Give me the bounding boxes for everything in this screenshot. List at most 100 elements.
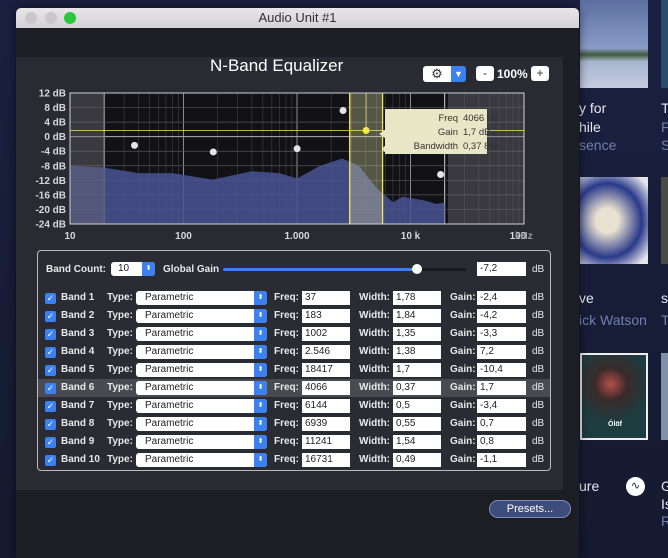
band-freq-field[interactable]: 18417 <box>302 363 350 377</box>
band-enabled-checkbox[interactable]: ✓ <box>45 365 56 376</box>
width-label: Width: <box>359 436 391 447</box>
band-name: Band 10 <box>61 454 100 465</box>
band-enabled-checkbox[interactable]: ✓ <box>45 293 56 304</box>
band-point-3[interactable] <box>293 145 301 153</box>
type-label: Type: <box>107 310 133 321</box>
freq-label: Freq: <box>274 364 299 375</box>
eq-graph[interactable]: 12 dB 8 dB 4 dB 0 dB -4 dB -8 dB -12 dB -16 dB -… <box>0 0 668 250</box>
band-gain-field[interactable]: -3,4 <box>477 399 526 413</box>
band-width-field[interactable]: 1,38 <box>393 345 441 359</box>
band-gain-field[interactable]: 7,2 <box>477 345 526 359</box>
db-unit: dB <box>532 454 545 465</box>
album-title: G <box>661 478 668 494</box>
band-type-value: Parametric <box>145 382 194 393</box>
band-enabled-checkbox[interactable]: ✓ <box>45 419 56 430</box>
band-enabled-checkbox[interactable]: ✓ <box>45 437 56 448</box>
band-freq-field[interactable]: 183 <box>302 309 350 323</box>
tooltip-gain-value: 1,7 dB <box>463 127 490 138</box>
band-width-field[interactable]: 0,37 <box>393 381 441 395</box>
band-type-select[interactable]: Parametric ⬍ <box>136 363 267 377</box>
presets-button[interactable]: Presets... <box>489 500 571 518</box>
band-gain-field[interactable]: -3,3 <box>477 327 526 341</box>
width-label: Width: <box>359 364 391 375</box>
width-label: Width: <box>359 382 391 393</box>
band-row: ✓ Band 10 Type: Parametric ⬍ Freq: 16731 … <box>38 451 550 469</box>
band-freq-field[interactable]: 6939 <box>302 417 350 431</box>
type-label: Type: <box>107 328 133 339</box>
band-width-field[interactable]: 1,54 <box>393 435 441 449</box>
band-enabled-checkbox[interactable]: ✓ <box>45 401 56 412</box>
band-freq-field[interactable]: 16731 <box>302 453 350 467</box>
band-gain-field[interactable]: 0,8 <box>477 435 526 449</box>
band-freq-field[interactable]: 4066 <box>302 381 350 395</box>
band-gain-field[interactable]: -10,4 <box>477 363 526 377</box>
type-label: Type: <box>107 400 133 411</box>
width-label: Width: <box>359 346 391 357</box>
band-width-field[interactable]: 1,84 <box>393 309 441 323</box>
band-freq-field[interactable]: 11241 <box>302 435 350 449</box>
band-width-field[interactable]: 1,7 <box>393 363 441 377</box>
global-gain-slider[interactable] <box>223 264 466 274</box>
band-type-select[interactable]: Parametric ⬍ <box>136 309 267 323</box>
type-label: Type: <box>107 364 133 375</box>
band-width-field[interactable]: 1,78 <box>393 291 441 305</box>
band-type-select[interactable]: Parametric ⬍ <box>136 381 267 395</box>
band-gain-field[interactable]: 1,7 <box>477 381 526 395</box>
band-freq-field[interactable]: 6144 <box>302 399 350 413</box>
band-type-select[interactable]: Parametric ⬍ <box>136 435 267 449</box>
band-type-value: Parametric <box>145 346 194 357</box>
band-gain-field[interactable]: -4,2 <box>477 309 526 323</box>
band-enabled-checkbox[interactable]: ✓ <box>45 311 56 322</box>
x-tick-label: 10 <box>64 231 76 242</box>
band-freq-field[interactable]: 1002 <box>302 327 350 341</box>
band-width-field[interactable]: 0,49 <box>393 453 441 467</box>
band-enabled-checkbox[interactable]: ✓ <box>45 329 56 340</box>
band-name: Band 3 <box>61 328 95 339</box>
gain-label: Gain: <box>450 418 476 429</box>
band-name: Band 7 <box>61 400 95 411</box>
album-art-5[interactable]: Ólöf <box>580 353 648 440</box>
album-title: ure <box>579 478 600 494</box>
band-count-stepper[interactable]: 10 ⬍ <box>111 262 155 276</box>
band-gain-field[interactable]: -1,1 <box>477 453 526 467</box>
album-art-6[interactable] <box>661 353 668 440</box>
band-width-field[interactable]: 1,35 <box>393 327 441 341</box>
band-type-select[interactable]: Parametric ⬍ <box>136 417 267 431</box>
y-tick-label: -24 dB <box>35 220 66 231</box>
band-tooltip: Freq 4066 Hz Gain 1,7 dB Bandwidth 0,37 … <box>379 109 499 154</box>
band-type-select[interactable]: Parametric ⬍ <box>136 453 267 467</box>
band-point-6[interactable] <box>362 126 370 134</box>
db-unit: dB <box>532 364 545 375</box>
band-type-select[interactable]: Parametric ⬍ <box>136 327 267 341</box>
waveform-icon[interactable]: ∿ <box>626 477 645 496</box>
type-label: Type: <box>107 346 133 357</box>
band-point-2[interactable] <box>209 148 217 156</box>
band-width-field[interactable]: 0,55 <box>393 417 441 431</box>
y-tick-label: -8 dB <box>41 161 66 172</box>
global-gain-label: Global Gain <box>163 264 220 275</box>
band-row: ✓ Band 2 Type: Parametric ⬍ Freq: 183 Wid… <box>38 307 550 325</box>
band-type-select[interactable]: Parametric ⬍ <box>136 345 267 359</box>
band-enabled-checkbox[interactable]: ✓ <box>45 383 56 394</box>
band-freq-field[interactable]: 2.546 <box>302 345 350 359</box>
band-point-4[interactable] <box>339 106 347 114</box>
band-gain-field[interactable]: -2,4 <box>477 291 526 305</box>
gain-label: Gain: <box>450 292 476 303</box>
band-type-select[interactable]: Parametric ⬍ <box>136 399 267 413</box>
band-point-5[interactable] <box>437 171 445 179</box>
band-freq-field[interactable]: 37 <box>302 291 350 305</box>
freq-label: Freq: <box>274 400 299 411</box>
band-enabled-checkbox[interactable]: ✓ <box>45 347 56 358</box>
band-gain-field[interactable]: 0,7 <box>477 417 526 431</box>
stepper-icon[interactable]: ⬍ <box>142 262 155 276</box>
band-point-1[interactable] <box>130 141 138 149</box>
gain-label: Gain: <box>450 400 476 411</box>
chevron-updown-icon: ⬍ <box>254 435 267 449</box>
tooltip-freq-label: Freq <box>438 113 458 124</box>
global-gain-field[interactable]: -7,2 <box>477 262 526 276</box>
band-enabled-checkbox[interactable]: ✓ <box>45 455 56 466</box>
band-width-field[interactable]: 0,5 <box>393 399 441 413</box>
band-type-select[interactable]: Parametric ⬍ <box>136 291 267 305</box>
type-label: Type: <box>107 292 133 303</box>
x-tick-label: 1.000 <box>284 231 309 242</box>
